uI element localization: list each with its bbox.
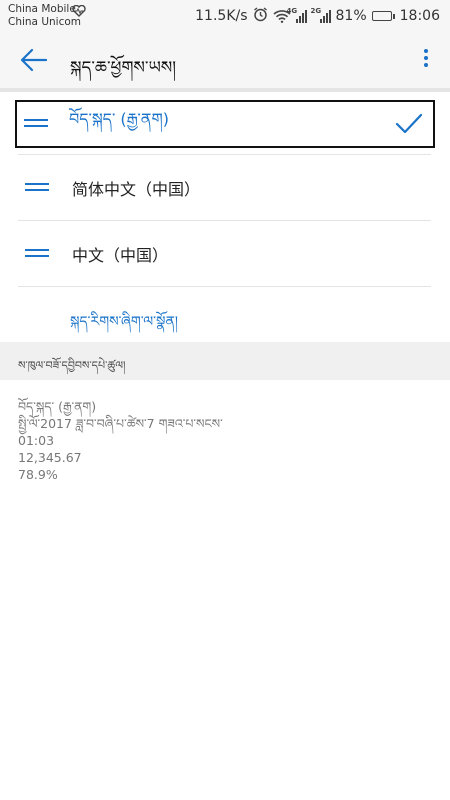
preview-time: 01:03 bbox=[18, 433, 55, 448]
language-label: 简体中文（中国） bbox=[72, 179, 201, 199]
health-heart-icon bbox=[72, 4, 86, 20]
regional-format-header: ས་ཁུལ་བཟོ་དབྱིབས་དཔེ་ཚུལ། bbox=[0, 342, 450, 380]
carrier-2: China Unicom bbox=[8, 16, 82, 28]
language-label: བོད་སྐད་ (རྒྱ་ནག) bbox=[69, 109, 169, 129]
language-item-simplified-chinese[interactable]: 简体中文（中国） bbox=[18, 155, 431, 220]
drag-handle-icon[interactable] bbox=[24, 119, 48, 129]
more-options-button[interactable] bbox=[420, 46, 432, 74]
preview-number: 12,345.67 bbox=[18, 450, 82, 465]
app-bar: སྐད་ཆ་ཕྱོགས་ཡས། bbox=[0, 32, 450, 88]
drag-handle-icon[interactable] bbox=[25, 248, 49, 259]
section-title: ས་ཁུལ་བཟོ་དབྱིབས་དཔེ་ཚུལ། bbox=[18, 359, 126, 372]
back-button[interactable] bbox=[18, 46, 50, 74]
arrow-left-icon bbox=[20, 48, 48, 72]
regional-format-preview: བོད་སྐད་ (རྒྱ་ནག) སྤྱི་ལོ་2017 ཟླ་བ་བཞི་… bbox=[18, 398, 223, 483]
net-speed: 11.5K/s bbox=[195, 8, 248, 24]
more-vertical-icon bbox=[424, 49, 428, 53]
signal-sim1-icon: 4G bbox=[287, 7, 307, 23]
battery-percent: 81% bbox=[335, 8, 367, 24]
check-icon bbox=[395, 113, 423, 134]
alarm-icon bbox=[253, 6, 268, 26]
language-label: 中文（中国） bbox=[72, 245, 169, 265]
clock: 18:06 bbox=[399, 8, 440, 24]
preview-region: བོད་སྐད་ (རྒྱ་ནག) bbox=[18, 399, 97, 414]
drag-handle-icon[interactable] bbox=[25, 182, 49, 193]
language-item-tibetan[interactable]: བོད་སྐད་ (རྒྱ་ནག) bbox=[15, 100, 435, 148]
battery-icon bbox=[371, 11, 395, 21]
add-language-label: སྐད་རིགས་ཞིག་ལ་སྣོན། bbox=[70, 314, 178, 330]
status-bar: China Mobile China Unicom 11.5K/s 4G 2G … bbox=[0, 0, 450, 32]
preview-date: སྤྱི་ལོ་2017 ཟླ་བ་བཞི་པ་ཚེས་7 གཟའ་པ་སངས་ bbox=[18, 416, 223, 431]
language-item-chinese[interactable]: 中文（中国） bbox=[18, 221, 431, 286]
add-language-button[interactable]: སྐད་རིགས་ཞིག་ལ་སྣོན། bbox=[0, 287, 450, 343]
carrier-1: China Mobile bbox=[8, 3, 76, 15]
preview-percent: 78.9% bbox=[18, 467, 58, 482]
carrier-info: China Mobile China Unicom bbox=[8, 3, 86, 29]
signal-sim2-icon: 2G bbox=[311, 7, 331, 23]
language-list: བོད་སྐད་ (རྒྱ་ནག) 简体中文（中国） 中文（中国） སྐད་རི… bbox=[0, 92, 450, 343]
status-right: 11.5K/s 4G 2G 81% 18:06 bbox=[195, 6, 440, 26]
